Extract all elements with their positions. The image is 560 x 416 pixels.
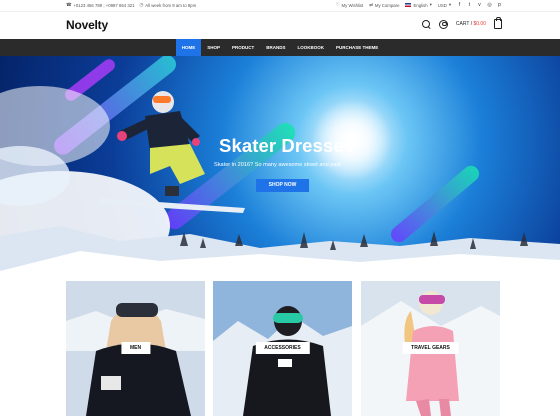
hero-subtitle: Skater in 2016? So many awesome street a… bbox=[214, 162, 342, 168]
category-card-accessories[interactable]: ACCESSORIES bbox=[213, 281, 352, 416]
wishlist-label: My Wishlist bbox=[341, 2, 364, 8]
uk-flag-icon bbox=[405, 3, 412, 7]
account-icon[interactable] bbox=[438, 19, 448, 29]
phone-info: ☎ +0123 456 789 ; +0987 654 321 bbox=[66, 2, 135, 8]
clock-icon: ◷ bbox=[139, 2, 144, 7]
phone-icon: ☎ bbox=[66, 2, 72, 7]
instagram-icon[interactable]: ◎ bbox=[487, 2, 492, 8]
search-icon[interactable] bbox=[421, 19, 431, 29]
language-select[interactable]: English ▾ bbox=[405, 2, 432, 8]
cart-link[interactable]: CART / $0.00 bbox=[456, 21, 486, 27]
twitter-icon[interactable]: t bbox=[467, 2, 472, 8]
chevron-down-icon: ▾ bbox=[429, 2, 432, 7]
chevron-down-icon: ▾ bbox=[448, 2, 451, 7]
logo[interactable]: Novelty bbox=[66, 18, 108, 32]
wishlist-link[interactable]: ♡ My Wishlist bbox=[336, 2, 364, 8]
category-label-travel-gears[interactable]: TRAVEL GEARS bbox=[402, 342, 459, 354]
nav-item-brands[interactable]: BRANDS bbox=[260, 39, 291, 56]
category-label-accessories[interactable]: ACCESSORIES bbox=[255, 342, 310, 354]
cart-amount: $0.00 bbox=[473, 21, 486, 27]
compare-link[interactable]: ⇄ My Compare bbox=[369, 2, 399, 8]
nav-item-product[interactable]: PRODUCT bbox=[226, 39, 260, 56]
category-label-men[interactable]: MEN bbox=[120, 342, 151, 354]
compare-label: My Compare bbox=[374, 2, 400, 8]
currency-select[interactable]: USD ▾ bbox=[438, 2, 451, 8]
shopping-bag-icon[interactable] bbox=[494, 17, 502, 29]
hero-title: Skater Dresses bbox=[219, 135, 355, 156]
social-links: f t v ◎ p bbox=[457, 2, 502, 8]
top-bar: ☎ +0123 456 789 ; +0987 654 321 ◷ All we… bbox=[0, 0, 560, 10]
nav-item-shop[interactable]: SHOP bbox=[201, 39, 226, 56]
nav-item-purchase-theme[interactable]: PURCHASE THEME bbox=[330, 39, 384, 56]
pinterest-icon[interactable]: p bbox=[497, 2, 502, 8]
vimeo-icon[interactable]: v bbox=[477, 2, 482, 8]
phone-text: +0123 456 789 ; +0987 654 321 bbox=[73, 2, 135, 8]
heart-icon: ♡ bbox=[335, 2, 340, 7]
hero-banner: Skater Dresses Skater in 2016? So many a… bbox=[0, 56, 560, 271]
main-nav: HOME SHOP PRODUCT BRANDS LOOKBOOK PURCHA… bbox=[0, 39, 560, 56]
cart-label: CART / bbox=[455, 21, 473, 27]
category-card-travel-gears[interactable]: TRAVEL GEARS bbox=[361, 281, 500, 416]
currency-label: USD bbox=[437, 2, 447, 8]
compare-icon: ⇄ bbox=[369, 2, 373, 7]
nav-item-lookbook[interactable]: LOOKBOOK bbox=[292, 39, 331, 56]
site-header: Novelty CART / $0.00 bbox=[0, 11, 560, 39]
language-label: English bbox=[413, 2, 428, 8]
facebook-icon[interactable]: f bbox=[457, 2, 462, 8]
hours-text: All week from 9 am to 9pm bbox=[145, 2, 197, 8]
shop-now-button[interactable]: SHOP NOW bbox=[256, 179, 309, 192]
hours-info: ◷ All week from 9 am to 9pm bbox=[140, 2, 197, 8]
nav-item-home[interactable]: HOME bbox=[175, 39, 202, 56]
category-card-men[interactable]: MEN bbox=[66, 281, 205, 416]
